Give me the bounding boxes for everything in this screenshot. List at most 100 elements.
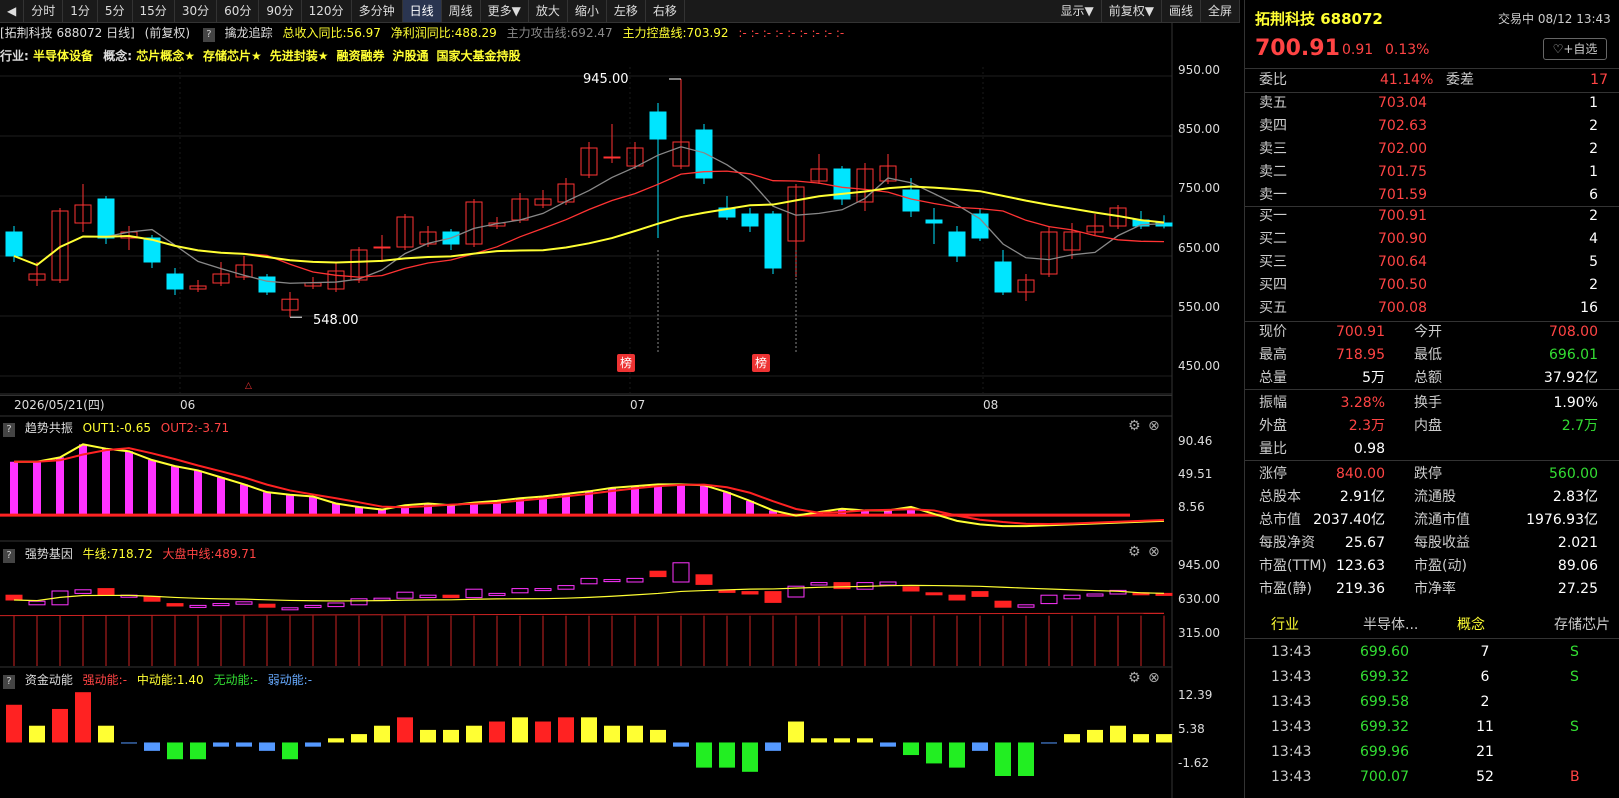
trend-bar	[217, 477, 225, 516]
period-button[interactable]: 更多▼	[481, 0, 529, 22]
asks-level-row[interactable]: 卖一 701.59 6	[1245, 184, 1619, 206]
asks-level-row[interactable]: 卖五 703.04 1	[1245, 92, 1619, 114]
gene-box	[1040, 594, 1058, 605]
trend-bar	[148, 460, 156, 516]
weak-momentum: 弱动能:-	[267, 673, 313, 687]
period-button[interactable]: 5分	[98, 0, 133, 22]
stock-code: 688072	[1320, 10, 1383, 28]
bids-level-row[interactable]: 买五 700.08 16	[1245, 297, 1619, 319]
toolbar-right-button[interactable]: 显示▼	[1054, 0, 1102, 22]
concept-name[interactable]: 存储芯片	[1554, 614, 1610, 636]
period-button[interactable]: 30分	[175, 0, 218, 22]
period-button[interactable]: 1分	[63, 0, 98, 22]
close-pane-icon[interactable]: ⊗	[1148, 670, 1160, 686]
momentum-bar	[6, 704, 22, 743]
help-icon[interactable]: ?	[3, 549, 15, 563]
bids-level-row[interactable]: 买一 700.91 2	[1245, 205, 1619, 227]
stat-value: 1976.93亿	[1526, 512, 1598, 528]
stat-label: 每股收益	[1414, 535, 1470, 551]
level-volume: 2	[1589, 208, 1598, 224]
help-icon[interactable]: ?	[3, 675, 15, 689]
period-toolbar: ◀ 分时 1分 5分 15分 30分 60分 90分 120分 多分钟 日线 周线 更多▼ 放大 缩小 左移…	[0, 0, 1240, 23]
gene-box	[212, 603, 230, 607]
bids-level-row[interactable]: 买二 700.90 4	[1245, 228, 1619, 250]
momentum-bar	[650, 729, 666, 743]
level-volume: 1	[1589, 164, 1598, 180]
close-pane-icon[interactable]: ⊗	[1148, 418, 1160, 434]
industry-tab[interactable]: 行业	[1271, 614, 1299, 636]
add-watchlist-button[interactable]: ♡+自选	[1543, 38, 1607, 60]
asks-level-row[interactable]: 卖三 702.00 2	[1245, 138, 1619, 160]
close-pane-icon[interactable]: ⊗	[1148, 544, 1160, 560]
period-button[interactable]: 多分钟	[352, 0, 403, 22]
level-label: 买三	[1259, 254, 1287, 270]
collapse-left-icon[interactable]: ◀	[0, 0, 25, 22]
trend-bar	[286, 494, 294, 516]
period-button[interactable]: 放大	[529, 0, 568, 22]
momentum-bar	[1110, 725, 1126, 743]
settings-gear-icon[interactable]: ⚙	[1128, 670, 1141, 686]
period-button[interactable]: 缩小	[568, 0, 607, 22]
momentum-bar	[558, 717, 574, 743]
trend-bar	[10, 461, 18, 516]
gene-box	[465, 588, 483, 599]
y-tick: 450.00	[1178, 359, 1220, 373]
momentum-bar	[466, 725, 482, 743]
bang-badge[interactable]: 榜	[752, 354, 770, 372]
period-button[interactable]: 90分	[259, 0, 302, 22]
trend-bar	[125, 451, 133, 516]
candle-body	[603, 156, 621, 159]
momentum-bar	[627, 725, 643, 743]
period-button[interactable]: 日线	[402, 0, 442, 22]
level-label: 卖四	[1259, 118, 1287, 134]
settings-gear-icon[interactable]: ⚙	[1128, 544, 1141, 560]
period-button[interactable]: 60分	[217, 0, 260, 22]
y-tick: 90.46	[1178, 434, 1213, 448]
level-label: 买四	[1259, 277, 1287, 293]
period-button[interactable]: 120分	[302, 0, 352, 22]
stat-row: 量比 0.98	[1245, 438, 1619, 460]
bids-level-row[interactable]: 买四 700.50 2	[1245, 274, 1619, 296]
quote-panel: 拓荆科技 688072 交易中 08/12 13:43 700.91 0.91 …	[1244, 0, 1619, 798]
bang-badge[interactable]: 榜	[617, 354, 635, 372]
trend-bar	[677, 484, 685, 516]
candle-body	[373, 246, 391, 249]
gene-box	[879, 581, 897, 586]
tick-volume: 6	[1480, 669, 1490, 685]
bids-level-row[interactable]: 买三 700.64 5	[1245, 251, 1619, 273]
period-button[interactable]: 分时	[24, 0, 64, 22]
settings-gear-icon[interactable]: ⚙	[1128, 418, 1141, 434]
toolbar-right-button[interactable]: 画线	[1162, 0, 1201, 22]
y-tick: 49.51	[1178, 467, 1213, 481]
y-tick: 850.00	[1178, 122, 1220, 136]
period-button[interactable]: 左移	[607, 0, 646, 22]
stat-value: 123.63	[1336, 558, 1385, 574]
concept-tab[interactable]: 概念	[1457, 614, 1485, 636]
toolbar-right-button[interactable]: 全屏	[1201, 0, 1240, 22]
help-icon[interactable]: ?	[3, 423, 15, 437]
level-price: 701.59	[1378, 187, 1427, 203]
period-button[interactable]: 15分	[133, 0, 175, 22]
tick-volume: 21	[1476, 744, 1494, 760]
level-volume: 1	[1589, 95, 1598, 111]
toolbar-right-button[interactable]: 前复权▼	[1102, 0, 1162, 22]
stat-label: 总股本	[1259, 489, 1301, 505]
gene-box	[902, 586, 920, 592]
stat-label: 最低	[1414, 347, 1442, 363]
asks-level-row[interactable]: 卖四 702.63 2	[1245, 115, 1619, 137]
asks-level-row[interactable]: 卖二 701.75 1	[1245, 161, 1619, 183]
momentum-bar	[834, 738, 850, 743]
period-button[interactable]: 周线	[442, 0, 481, 22]
price-change-pct: 0.13%	[1385, 42, 1430, 58]
period-button[interactable]: 右移	[646, 0, 685, 22]
stat-label: 总量	[1259, 370, 1287, 386]
momentum-bar	[788, 721, 804, 743]
candle-body	[948, 231, 966, 257]
tick-volume: 2	[1480, 694, 1490, 710]
industry-name[interactable]: 半导体...	[1363, 614, 1418, 636]
tick-row: 13:43 699.58 2	[1245, 690, 1619, 715]
candle-body	[971, 213, 989, 239]
high-price-label: 945.00	[583, 72, 629, 87]
gene-box	[718, 589, 736, 593]
trend-bar	[263, 492, 271, 516]
